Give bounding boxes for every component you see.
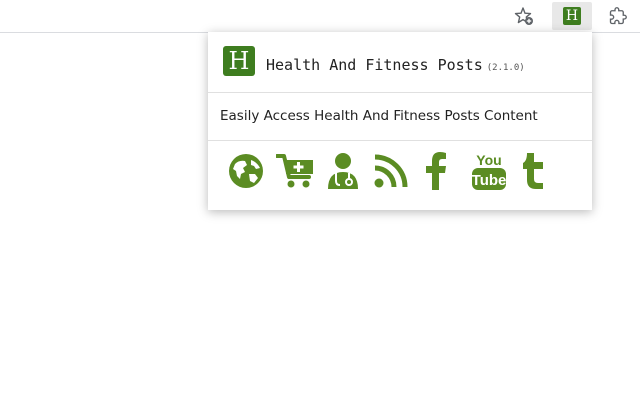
description-text: Easily Access Health And Fitness Posts C… xyxy=(220,108,538,124)
youtube-text-top: You xyxy=(476,152,501,168)
bookmark-star-icon[interactable] xyxy=(510,2,538,30)
app-logo: H xyxy=(223,46,255,76)
extension-logo-icon: H xyxy=(563,7,581,25)
doctor-icon[interactable] xyxy=(323,151,363,191)
tumblr-icon[interactable] xyxy=(514,151,554,191)
extensions-puzzle-icon[interactable] xyxy=(604,2,632,30)
shopping-cart-icon[interactable] xyxy=(276,151,316,191)
facebook-icon[interactable] xyxy=(416,151,456,191)
browser-toolbar: H xyxy=(0,0,640,33)
popup-title: Health And Fitness Posts (2.1.0) xyxy=(266,56,525,74)
popup-header: H Health And Fitness Posts (2.1.0) xyxy=(208,32,592,93)
version-label: (2.1.0) xyxy=(486,63,525,73)
extension-button[interactable]: H xyxy=(552,2,592,30)
youtube-icon[interactable]: You Tube xyxy=(469,151,509,191)
globe-icon[interactable] xyxy=(226,151,266,191)
rss-icon[interactable] xyxy=(371,151,411,191)
link-icons-row: You Tube xyxy=(208,141,592,210)
youtube-text-bottom: Tube xyxy=(472,172,507,189)
popup-description: Easily Access Health And Fitness Posts C… xyxy=(208,93,592,141)
title-text: Health And Fitness Posts xyxy=(266,56,483,74)
extension-popup: H Health And Fitness Posts (2.1.0) Easily… xyxy=(208,32,592,210)
